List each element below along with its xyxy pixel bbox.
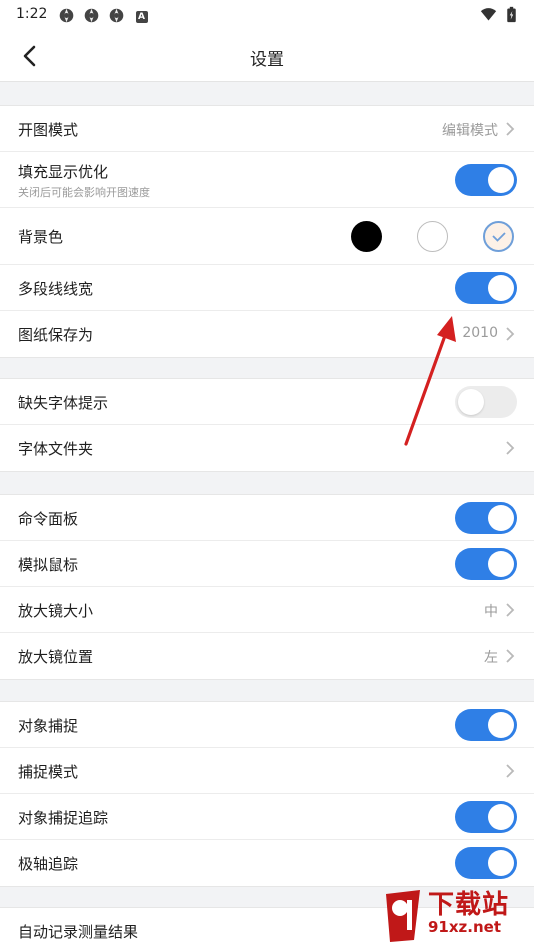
setting-value: 左 [484, 650, 498, 666]
settings-group-snap: 对象捕捉 捕捉模式 对象捕捉追踪 极轴追踪 [0, 701, 534, 887]
page-title: 设置 [250, 50, 284, 70]
setting-label: 对象捕捉追踪 [18, 809, 109, 827]
setting-save-as[interactable]: 图纸保存为 2010 [0, 311, 534, 357]
status-system-icons [480, 6, 520, 23]
app-bar: 设置 [0, 30, 534, 82]
setting-label: 字体文件夹 [18, 440, 94, 458]
status-time: 1:22 [16, 6, 48, 22]
missing-font-toggle[interactable] [455, 386, 517, 418]
simulate-mouse-toggle[interactable] [455, 548, 517, 580]
setting-background-color: 背景色 [0, 208, 534, 265]
chevron-right-icon [506, 327, 515, 341]
setting-open-mode[interactable]: 开图模式 编辑模式 [0, 106, 534, 152]
setting-value: 编辑模式 [442, 123, 498, 139]
fill-optimize-toggle[interactable] [455, 164, 517, 196]
setting-label: 背景色 [18, 228, 64, 246]
setting-label: 对象捕捉 [18, 717, 79, 735]
setting-description: 关闭后可能会影响开图速度 [18, 186, 150, 199]
chevron-right-icon [506, 122, 515, 136]
setting-label: 开图模式 [18, 121, 79, 139]
settings-group-display: 开图模式 编辑模式 填充显示优化 关闭后可能会影响开图速度 背景色 多段线线宽 … [0, 105, 534, 358]
setting-label: 捕捉模式 [18, 763, 79, 781]
aperture-icon [108, 7, 125, 24]
checkmark-icon [491, 231, 506, 242]
chevron-right-icon [506, 649, 515, 663]
watermark-url: 91xz.net [428, 918, 502, 936]
setting-label: 放大镜大小 [18, 602, 94, 620]
setting-label: 模拟鼠标 [18, 556, 79, 574]
setting-snap-mode[interactable]: 捕捉模式 [0, 748, 534, 794]
wifi-icon [480, 6, 497, 23]
status-bar: 1:22 A [0, 0, 534, 30]
setting-label: 多段线线宽 [18, 280, 94, 298]
watermark-text: 下载站 [428, 890, 510, 920]
setting-fill-optimize: 填充显示优化 关闭后可能会影响开图速度 [0, 152, 534, 208]
bg-color-black-option[interactable] [351, 221, 382, 252]
setting-snap-tracking: 对象捕捉追踪 [0, 794, 534, 840]
site-watermark: 下载站 91xz.net [380, 884, 530, 948]
setting-label: 命令面板 [18, 510, 79, 528]
snap-tracking-toggle[interactable] [455, 801, 517, 833]
setting-command-panel: 命令面板 [0, 495, 534, 541]
setting-magnifier-position[interactable]: 放大镜位置 左 [0, 633, 534, 679]
setting-magnifier-size[interactable]: 放大镜大小 中 [0, 587, 534, 633]
setting-simulate-mouse: 模拟鼠标 [0, 541, 534, 587]
command-panel-toggle[interactable] [455, 502, 517, 534]
setting-label: 缺失字体提示 [18, 394, 109, 412]
bg-color-beige-option[interactable] [483, 221, 514, 252]
setting-label: 自动记录测量结果 [18, 923, 139, 941]
aperture-icon [83, 7, 100, 24]
setting-label: 极轴追踪 [18, 855, 79, 873]
setting-label: 图纸保存为 [18, 326, 94, 344]
chevron-right-icon [506, 603, 515, 617]
setting-font-folder[interactable]: 字体文件夹 [0, 425, 534, 471]
setting-missing-font: 缺失字体提示 [0, 379, 534, 425]
setting-value: 中 [484, 604, 498, 620]
setting-value: 2010 [462, 325, 498, 341]
chevron-right-icon [506, 764, 515, 778]
battery-icon [503, 6, 520, 23]
setting-polyline-width: 多段线线宽 [0, 265, 534, 311]
a-box-icon: A [133, 7, 150, 24]
setting-object-snap: 对象捕捉 [0, 702, 534, 748]
setting-label: 放大镜位置 [18, 648, 94, 666]
status-notification-icons: A [58, 7, 150, 24]
aperture-icon [58, 7, 75, 24]
setting-polar-tracking: 极轴追踪 [0, 840, 534, 886]
chevron-right-icon [506, 441, 515, 455]
watermark-logo-icon [386, 890, 420, 942]
setting-label: 填充显示优化 [18, 163, 109, 181]
polar-tracking-toggle[interactable] [455, 847, 517, 879]
bg-color-white-option[interactable] [417, 221, 448, 252]
object-snap-toggle[interactable] [455, 709, 517, 741]
settings-group-font: 缺失字体提示 字体文件夹 [0, 378, 534, 472]
polyline-width-toggle[interactable] [455, 272, 517, 304]
settings-group-input: 命令面板 模拟鼠标 放大镜大小 中 放大镜位置 左 [0, 494, 534, 680]
